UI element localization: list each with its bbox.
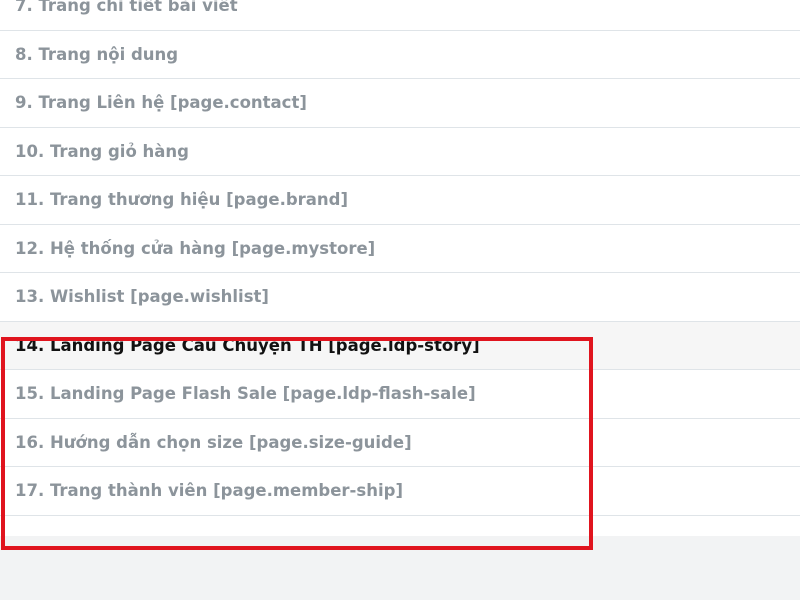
list-item-page-15[interactable]: 15. Landing Page Flash Sale [page.ldp-fl… bbox=[0, 370, 800, 419]
list-item-page-13[interactable]: 13. Wishlist [page.wishlist] bbox=[0, 273, 800, 322]
list-bottom-padding bbox=[0, 516, 800, 536]
list-item-page-14[interactable]: 14. Landing Page Câu Chuyện TH [page.ldp… bbox=[0, 321, 800, 370]
list-item-page-7[interactable]: 7. Trang chi tiết bài viết bbox=[0, 0, 800, 31]
list-item-page-12[interactable]: 12. Hệ thống cửa hàng [page.mystore] bbox=[0, 225, 800, 273]
page: 7. Trang chi tiết bài viết 8. Trang nội … bbox=[0, 0, 800, 600]
list-item-page-10[interactable]: 10. Trang giỏ hàng bbox=[0, 128, 800, 176]
list-item-page-11[interactable]: 11. Trang thương hiệu [page.brand] bbox=[0, 176, 800, 225]
background-area bbox=[0, 548, 800, 600]
list-item-page-9[interactable]: 9. Trang Liên hệ [page.contact] bbox=[0, 79, 800, 128]
list-item-page-17[interactable]: 17. Trang thành viên [page.member-ship] bbox=[0, 467, 800, 516]
list-item-page-8[interactable]: 8. Trang nội dung bbox=[0, 31, 800, 79]
page-template-list: 7. Trang chi tiết bài viết 8. Trang nội … bbox=[0, 0, 800, 536]
list-item-page-16[interactable]: 16. Hướng dẫn chọn size [page.size-guide… bbox=[0, 419, 800, 467]
